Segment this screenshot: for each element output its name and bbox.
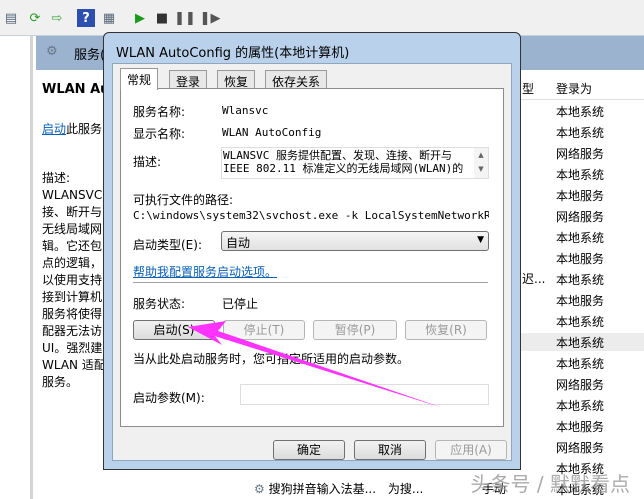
help-config-link[interactable]: 帮助我配置服务启动选项。 bbox=[133, 263, 277, 280]
export-icon[interactable]: ⇨ bbox=[48, 9, 66, 27]
apply-button[interactable]: 应用(A) bbox=[435, 440, 507, 460]
path-label: 可执行文件的路径: bbox=[133, 193, 234, 207]
cancel-button[interactable]: 取消 bbox=[354, 440, 426, 460]
toolbar: ▤ ⟳ ⇨ ? ▦ ▶ ■ ❚❚ ❚▶ bbox=[0, 0, 644, 36]
logon-cell[interactable]: 本地系统 bbox=[556, 355, 604, 372]
description-line: 服务将使得 bbox=[42, 307, 103, 321]
logon-cell[interactable]: 本地服务 bbox=[556, 418, 604, 435]
description-line: WLANSVC 服务 bbox=[42, 188, 107, 202]
description-textbox[interactable]: WLANSVC 服务提供配置、发现、连接、断开与 IEEE 802.11 标准定… bbox=[221, 147, 489, 179]
description-line: 描述: bbox=[42, 171, 71, 185]
resume-button[interactable]: 恢复(R) bbox=[405, 320, 487, 340]
description-line: 无线局域网 bbox=[42, 222, 103, 236]
logon-cell[interactable]: 本地系统 bbox=[556, 124, 604, 141]
description-line: UI。强烈建 bbox=[42, 341, 103, 355]
general-panel: 服务名称: Wlansvc 显示名称: WLAN AutoConfig 描述: … bbox=[120, 88, 504, 427]
list-item[interactable]: ⚙ 搜狗拼音输入法基... 为搜... 手动 bbox=[254, 480, 506, 497]
description-line: 服务。 bbox=[42, 375, 79, 389]
column-logon[interactable]: 登录为 bbox=[556, 80, 592, 97]
description-line: WLANSVC 服务提供配置、发现、连接、断开与 bbox=[223, 149, 452, 162]
logon-cell[interactable]: 本地系统 bbox=[556, 103, 604, 120]
chevron-down-icon: ▼ bbox=[477, 235, 484, 245]
display-name-label: 显示名称: bbox=[133, 127, 186, 141]
logon-cell[interactable]: 本地系统 bbox=[556, 313, 604, 330]
refresh-icon[interactable]: ⟳ bbox=[26, 9, 44, 27]
logon-cell[interactable]: 本地系统 bbox=[556, 229, 604, 246]
watermark: 头条号 / 默默看点 bbox=[470, 472, 630, 496]
tab-general[interactable]: 常规 bbox=[120, 68, 159, 90]
pause-icon[interactable]: ❚❚ bbox=[174, 9, 196, 27]
logon-cell[interactable]: 网络服务 bbox=[556, 208, 604, 225]
description-line: 辑。它还包 bbox=[42, 239, 103, 253]
list-header: 型 登录为 bbox=[510, 76, 644, 100]
properties-dialog: WLAN AutoConfig 的属性(本地计算机) 常规 登录 恢复 依存关系… bbox=[103, 32, 521, 470]
pause-button[interactable]: 暂停(P) bbox=[313, 320, 397, 340]
tab-dependencies[interactable]: 依存关系 bbox=[265, 70, 328, 89]
description-line: 配器无法访 bbox=[42, 324, 103, 338]
logon-cell[interactable]: 本地服务 bbox=[556, 292, 604, 309]
tree-pane bbox=[0, 36, 33, 499]
logon-cell[interactable]: 网络服务 bbox=[556, 376, 604, 393]
service-name-label: 服务名称: bbox=[133, 105, 186, 119]
stop-icon[interactable]: ■ bbox=[153, 9, 171, 27]
path-value: C:\windows\system32\svchost.exe -k Local… bbox=[133, 209, 489, 222]
start-params-label: 启动参数(M): bbox=[133, 391, 205, 405]
start-link-suffix: 此服务 bbox=[66, 122, 103, 136]
stop-button[interactable]: 停止(T) bbox=[223, 320, 305, 340]
logon-cell[interactable]: 本地服务 bbox=[556, 250, 604, 267]
start-button[interactable]: 启动(S) bbox=[133, 320, 215, 340]
description-line: IEEE 802.11 标准定义的无线局域网(WLAN)的 bbox=[223, 162, 464, 175]
start-params-input[interactable] bbox=[240, 384, 489, 405]
help-icon[interactable]: ? bbox=[77, 9, 95, 27]
service-description: 描述: WLANSVC 服务接、断开与无线局域网辑。它还包点的逻辑， 以使用支持接到… bbox=[42, 170, 107, 391]
service-desc: 为搜... bbox=[387, 482, 424, 496]
divider bbox=[133, 282, 488, 283]
logon-cell[interactable]: 本地服务 bbox=[556, 187, 604, 204]
start-hint: 当从此处启动服务时，您可指定所适用的启动参数。 bbox=[133, 352, 410, 366]
startup-type-select[interactable]: 自动 ▼ bbox=[221, 231, 489, 251]
startup-type-value: 自动 bbox=[226, 236, 251, 250]
description-line: WLAN 适配 bbox=[42, 358, 106, 372]
service-name: 搜狗拼音输入法基... bbox=[268, 482, 377, 496]
ok-button[interactable]: 确定 bbox=[273, 440, 345, 460]
description-scrollbar[interactable]: ▲ ▼ bbox=[474, 148, 488, 178]
console-icon[interactable]: ▦ bbox=[100, 9, 118, 27]
column-type[interactable]: 型 bbox=[522, 80, 534, 97]
logon-cell[interactable]: 网络服务 bbox=[556, 439, 604, 456]
display-name-value: WLAN AutoConfig bbox=[222, 126, 322, 139]
status-label: 服务状态: bbox=[133, 297, 186, 311]
dialog-body: 常规 登录 恢复 依存关系 服务名称: Wlansvc 显示名称: WLAN A… bbox=[112, 63, 512, 461]
dialog-title: WLAN AutoConfig 的属性(本地计算机) bbox=[116, 46, 350, 61]
description-line: 接、断开与 bbox=[42, 205, 103, 219]
type-cell: 迟... bbox=[522, 272, 546, 286]
tab-logon[interactable]: 登录 bbox=[169, 70, 208, 89]
startup-type-label: 启动类型(E): bbox=[133, 238, 202, 252]
logon-cell[interactable]: 本地系统 bbox=[556, 397, 604, 414]
start-service-link[interactable]: 启动 bbox=[42, 122, 66, 136]
logon-cell[interactable]: 本地系统 bbox=[556, 271, 604, 288]
gear-icon: ⚙ bbox=[46, 44, 58, 59]
logon-cell[interactable]: 本地系统 bbox=[556, 166, 604, 183]
description-line: 点的逻辑， bbox=[42, 256, 103, 270]
description-line: 接到计算机 bbox=[42, 290, 103, 304]
properties-icon[interactable]: ▤ bbox=[2, 9, 20, 27]
description-label: 描述: bbox=[133, 155, 162, 169]
gear-icon: ⚙ bbox=[254, 482, 265, 496]
description-line: 以使用支持 bbox=[42, 273, 103, 287]
resume-icon[interactable]: ❚▶ bbox=[200, 9, 221, 27]
logon-cell[interactable]: 本地系统 bbox=[556, 334, 604, 351]
play-icon[interactable]: ▶ bbox=[131, 9, 149, 27]
tab-recovery[interactable]: 恢复 bbox=[217, 70, 256, 89]
status-value: 已停止 bbox=[222, 297, 259, 311]
service-name-value: Wlansvc bbox=[222, 104, 269, 117]
logon-cell[interactable]: 网络服务 bbox=[556, 145, 604, 162]
